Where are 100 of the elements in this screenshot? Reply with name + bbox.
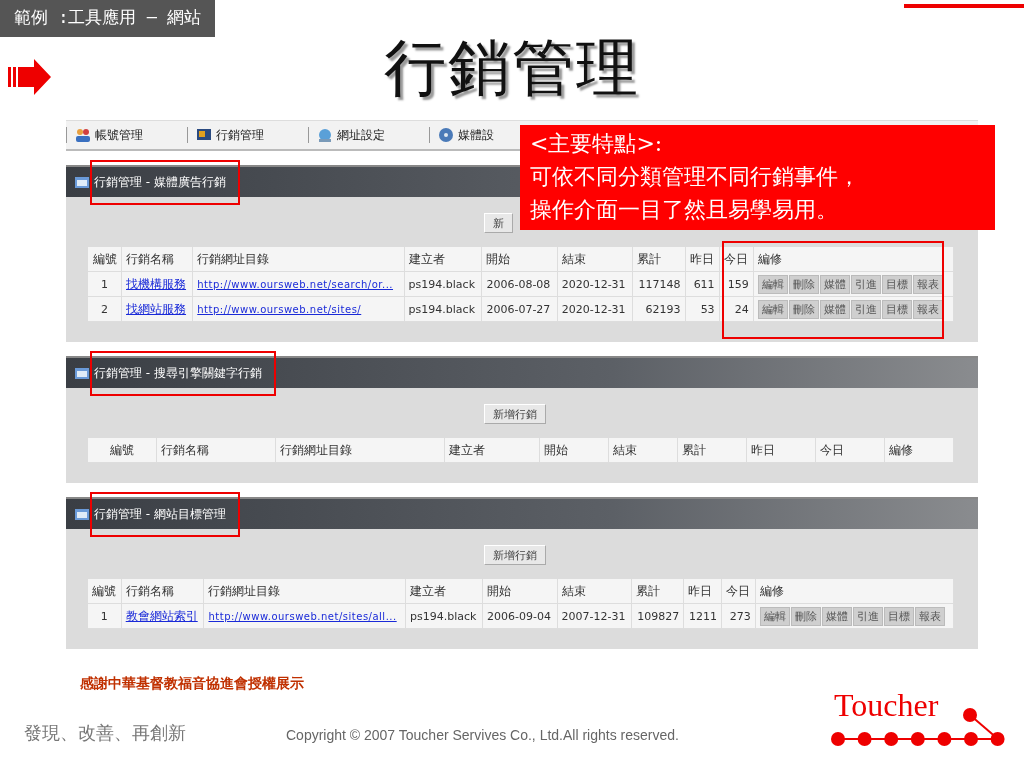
column-header: 編修 xyxy=(753,247,954,272)
callout-text: 可依不同分類管理不同行銷事件， xyxy=(530,163,860,191)
slide-tag: 範例 :工具應用 – 網站 xyxy=(0,0,216,37)
column-header: 昨日 xyxy=(685,247,720,272)
arrow-icon xyxy=(8,57,52,97)
column-header: 開始 xyxy=(539,438,609,463)
column-header: 昨日 xyxy=(746,438,816,463)
column-header: 建立者 xyxy=(404,247,482,272)
table-cell: 53 xyxy=(685,296,720,322)
column-header: 編號 xyxy=(88,247,122,272)
url-link[interactable]: http://www.oursweb.net/sites/all... xyxy=(208,610,397,622)
table-cell: 2007-12-31 xyxy=(557,603,632,629)
table-cell: 117148 xyxy=(632,271,686,297)
table-cell: 1211 xyxy=(683,603,722,629)
action-button[interactable]: 引進 xyxy=(850,299,881,319)
slogan: 發現、改善、再創新 xyxy=(24,721,187,745)
column-header: 今日 xyxy=(719,247,754,272)
panel-title: 行銷管理 - 搜尋引擎關鍵字行銷 xyxy=(94,364,262,382)
table-cell: 24 xyxy=(719,296,754,322)
url-link[interactable]: http://www.oursweb.net/sites/ xyxy=(197,303,362,315)
add-button[interactable]: 新增行銷 xyxy=(484,404,546,424)
column-header: 建立者 xyxy=(444,438,540,463)
column-header: 結束 xyxy=(608,438,678,463)
menu-item[interactable]: 媒體設 xyxy=(438,126,494,144)
action-button[interactable]: 編輯 xyxy=(759,606,790,626)
action-button[interactable]: 目標 xyxy=(881,299,912,319)
copyright-text: Copyright © 2007 Toucher Servives Co., Ltd.All rights reserved. xyxy=(286,727,679,745)
column-header: 行銷名稱 xyxy=(156,438,276,463)
name-link[interactable]: 找機構服務 xyxy=(126,276,187,291)
table-cell: 62193 xyxy=(632,296,686,322)
action-button[interactable]: 刪除 xyxy=(790,606,821,626)
callout-text: 操作介面一目了然且易學易用。 xyxy=(530,196,838,224)
panel-title: 行銷管理 - 網站目標管理 xyxy=(94,505,226,523)
menu-item[interactable]: 網址設定 xyxy=(317,126,429,144)
column-header: 開始 xyxy=(481,247,558,272)
action-button[interactable]: 編輯 xyxy=(757,299,788,319)
table-cell: 1 xyxy=(88,271,122,297)
table-cell: ps194.black xyxy=(404,271,482,297)
table-cell: 2 xyxy=(88,296,122,322)
table-cell: 273 xyxy=(721,603,756,629)
window-icon xyxy=(74,174,90,190)
column-header: 編號 xyxy=(88,579,122,604)
column-header: 行銷網址目錄 xyxy=(275,438,445,463)
column-header: 建立者 xyxy=(405,579,483,604)
column-header: 今日 xyxy=(815,438,885,463)
action-button[interactable]: 編輯 xyxy=(757,274,788,294)
action-button[interactable]: 報表 xyxy=(912,274,943,294)
action-button[interactable]: 媒體 xyxy=(819,299,850,319)
action-button[interactable]: 報表 xyxy=(914,606,945,626)
window-icon xyxy=(74,506,90,522)
table-cell: ps194.black xyxy=(405,603,483,629)
action-button[interactable]: 引進 xyxy=(850,274,881,294)
monitor-icon xyxy=(196,127,212,143)
logo-text: Toucher xyxy=(834,687,939,724)
action-button[interactable]: 刪除 xyxy=(788,299,819,319)
name-link[interactable]: 找網站服務 xyxy=(126,301,187,316)
menu-item[interactable]: 行銷管理 xyxy=(196,126,308,144)
window-icon xyxy=(74,365,90,381)
column-header: 行銷名稱 xyxy=(121,247,193,272)
column-header: 累計 xyxy=(632,247,686,272)
action-button[interactable]: 報表 xyxy=(912,299,943,319)
table-cell: 2006-08-08 xyxy=(481,271,558,297)
slide-title: 行銷管理 xyxy=(384,29,640,106)
action-button[interactable]: 刪除 xyxy=(788,274,819,294)
globe-icon xyxy=(317,127,333,143)
table-cell: 2020-12-31 xyxy=(557,271,633,297)
add-button[interactable]: 新 xyxy=(484,213,513,233)
action-button[interactable]: 媒體 xyxy=(819,274,850,294)
name-link[interactable]: 教會網站索引 xyxy=(125,608,198,623)
column-header: 結束 xyxy=(557,579,632,604)
column-header: 今日 xyxy=(721,579,756,604)
column-header: 編修 xyxy=(884,438,954,463)
users-icon xyxy=(75,127,91,143)
table-cell: 2006-09-04 xyxy=(482,603,558,629)
menu-item[interactable]: 帳號管理 xyxy=(75,126,187,144)
column-header: 開始 xyxy=(482,579,558,604)
action-button[interactable]: 引進 xyxy=(852,606,883,626)
column-header: 編號 xyxy=(88,438,156,463)
table-cell: 159 xyxy=(719,271,754,297)
table-cell: ps194.black xyxy=(404,296,482,322)
column-header: 行銷網址目錄 xyxy=(192,247,405,272)
column-header: 行銷名稱 xyxy=(121,579,204,604)
credit-text: 感謝中華基督教福音協進會授權展示 xyxy=(80,675,305,693)
column-header: 編修 xyxy=(755,579,954,604)
column-header: 累計 xyxy=(677,438,747,463)
add-button[interactable]: 新增行銷 xyxy=(484,545,546,565)
table-cell: 109827 xyxy=(631,603,684,629)
action-button[interactable]: 目標 xyxy=(883,606,914,626)
url-link[interactable]: http://www.oursweb.net/search/or... xyxy=(197,278,393,290)
table-cell: 2006-07-27 xyxy=(481,296,558,322)
table-cell: 2020-12-31 xyxy=(557,296,633,322)
column-header: 行銷網址目錄 xyxy=(203,579,406,604)
action-button[interactable]: 目標 xyxy=(881,274,912,294)
table-cell: 1 xyxy=(88,603,122,629)
panel-title: 行銷管理 - 媒體廣告行銷 xyxy=(94,173,226,191)
column-header: 結束 xyxy=(557,247,633,272)
column-header: 累計 xyxy=(631,579,684,604)
table-cell: 611 xyxy=(685,271,720,297)
action-button[interactable]: 媒體 xyxy=(821,606,852,626)
column-header: 昨日 xyxy=(683,579,722,604)
